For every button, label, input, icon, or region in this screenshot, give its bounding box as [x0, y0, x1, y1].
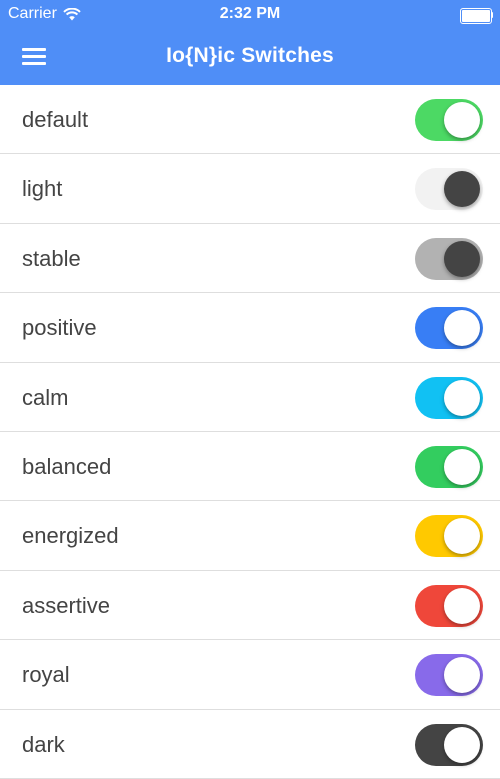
toggle-knob	[444, 726, 480, 763]
switch-label: stable	[22, 245, 81, 271]
toggle-knob	[444, 379, 480, 416]
switch-row-light: light	[0, 154, 500, 224]
switch-row-energized: energized	[0, 501, 500, 571]
switch-label: royal	[22, 662, 70, 688]
toggle-switch-energized[interactable]	[415, 515, 483, 558]
toggle-knob	[444, 102, 480, 138]
switch-row-dark: dark	[0, 710, 500, 779]
toggle-knob	[444, 518, 480, 555]
toggle-switch-positive[interactable]	[415, 307, 483, 350]
toggle-knob	[444, 171, 480, 208]
toggle-switch-light[interactable]	[415, 168, 483, 211]
toggle-knob	[444, 240, 480, 277]
toggle-switch-assertive[interactable]	[415, 584, 483, 627]
switch-label: assertive	[22, 592, 111, 618]
status-bar: Carrier 2:32 PM	[0, 0, 500, 28]
battery-icon	[460, 8, 494, 24]
toggle-switch-dark[interactable]	[415, 723, 483, 766]
switch-label: calm	[22, 384, 69, 410]
toggle-knob	[444, 587, 480, 624]
toggle-knob	[444, 448, 480, 485]
switch-label: dark	[22, 731, 65, 757]
switch-row-royal: royal	[0, 640, 500, 710]
switch-row-assertive: assertive	[0, 571, 500, 641]
switch-label: light	[22, 176, 63, 202]
app-header: Carrier 2:32 PM Io{N}ic Switches	[0, 0, 500, 85]
toggle-switch-balanced[interactable]	[415, 445, 483, 488]
switch-list: default light stable positive calm balanced en…	[0, 85, 500, 779]
nav-bar: Io{N}ic Switches	[0, 28, 500, 85]
toggle-switch-default[interactable]	[415, 99, 483, 141]
switch-row-calm: calm	[0, 363, 500, 432]
status-time: 2:32 PM	[219, 5, 281, 22]
switch-row-positive: positive	[0, 293, 500, 363]
switch-label: default	[22, 107, 89, 132]
switch-label: balanced	[22, 453, 112, 479]
toggle-switch-stable[interactable]	[415, 237, 483, 280]
switch-label: energized	[22, 523, 119, 549]
toggle-switch-calm[interactable]	[415, 376, 483, 419]
switch-label: positive	[22, 315, 97, 341]
page-title: Io{N}ic Switches	[166, 44, 334, 67]
toggle-knob	[444, 310, 480, 347]
toggle-switch-royal[interactable]	[415, 654, 483, 697]
switch-row-default: default	[0, 85, 500, 155]
toggle-knob	[444, 657, 480, 694]
switch-row-balanced: balanced	[0, 432, 500, 502]
switch-row-stable: stable	[0, 224, 500, 294]
